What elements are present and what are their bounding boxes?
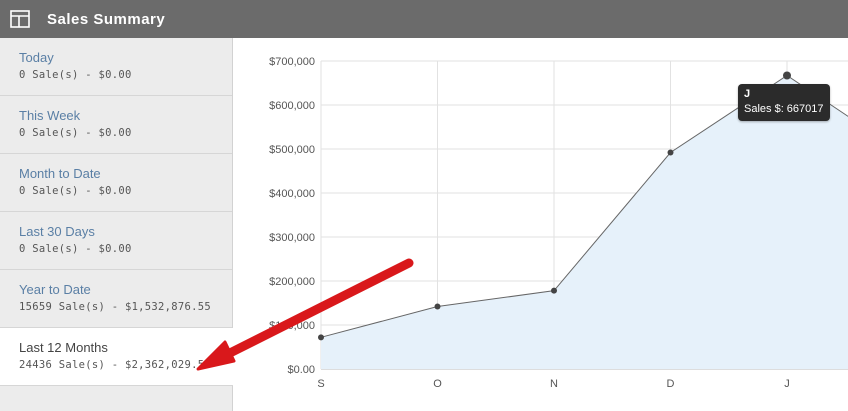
data-point	[667, 149, 674, 156]
y-tick-label: $300,000	[269, 232, 315, 244]
data-point	[318, 334, 324, 341]
y-tick-label: $700,000	[269, 56, 315, 68]
sidebar-item-label: This Week	[19, 108, 81, 123]
sidebar-item-summary: 0 Sale(s) - $0.00	[19, 185, 132, 197]
sidebar-item-label: Last 12 Months	[19, 340, 108, 355]
sidebar-item-summary: 24436 Sale(s) - $2,362,029.59	[19, 359, 212, 371]
data-point	[434, 303, 441, 310]
y-tick-label: $0.00	[287, 364, 315, 376]
sidebar-item-label: Month to Date	[19, 166, 101, 181]
sidebar-item-today[interactable]: Today 0 Sale(s) - $0.00	[0, 38, 232, 96]
chart-tooltip: J Sales $: 667017	[738, 84, 830, 121]
x-tick-label: D	[667, 378, 675, 390]
sales-chart: $0.00 $100,000 $200,000 $300,000 $400,000 $50…	[233, 38, 848, 411]
sidebar-item-this-week[interactable]: This Week 0 Sale(s) - $0.00	[0, 96, 232, 154]
data-point	[783, 71, 791, 80]
x-tick-label: J	[784, 378, 790, 390]
sidebar-item-summary: 0 Sale(s) - $0.00	[19, 243, 132, 255]
sidebar-item-summary: 0 Sale(s) - $0.00	[19, 69, 132, 81]
sidebar-item-label: Today	[19, 50, 54, 65]
sidebar: Today 0 Sale(s) - $0.00 This Week 0 Sale…	[0, 38, 233, 411]
y-tick-label: $400,000	[269, 188, 315, 200]
x-tick-label: O	[433, 378, 442, 390]
sidebar-item-summary: 15659 Sale(s) - $1,532,876.55	[19, 301, 212, 313]
sidebar-item-label: Last 30 Days	[19, 224, 95, 239]
sidebar-item-last-30-days[interactable]: Last 30 Days 0 Sale(s) - $0.00	[0, 212, 232, 270]
sidebar-item-year-to-date[interactable]: Year to Date 15659 Sale(s) - $1,532,876.…	[0, 270, 232, 328]
page-title: Sales Summary	[47, 10, 166, 28]
y-tick-label: $100,000	[269, 320, 315, 332]
x-tick-label: S	[317, 378, 324, 390]
data-point	[551, 287, 557, 294]
header-bar: Sales Summary	[0, 0, 848, 38]
layout-icon	[10, 10, 30, 28]
sidebar-item-month-to-date[interactable]: Month to Date 0 Sale(s) - $0.00	[0, 154, 232, 212]
y-tick-label: $200,000	[269, 276, 315, 288]
tooltip-title: J	[744, 88, 751, 100]
x-tick-label: N	[550, 378, 558, 390]
y-tick-label: $600,000	[269, 100, 315, 112]
sidebar-item-last-12-months[interactable]: Last 12 Months 24436 Sale(s) - $2,362,02…	[0, 328, 233, 386]
tooltip-value: Sales $: 667017	[744, 103, 824, 115]
sidebar-item-label: Year to Date	[19, 282, 91, 297]
sidebar-item-summary: 0 Sale(s) - $0.00	[19, 127, 132, 139]
y-tick-label: $500,000	[269, 144, 315, 156]
